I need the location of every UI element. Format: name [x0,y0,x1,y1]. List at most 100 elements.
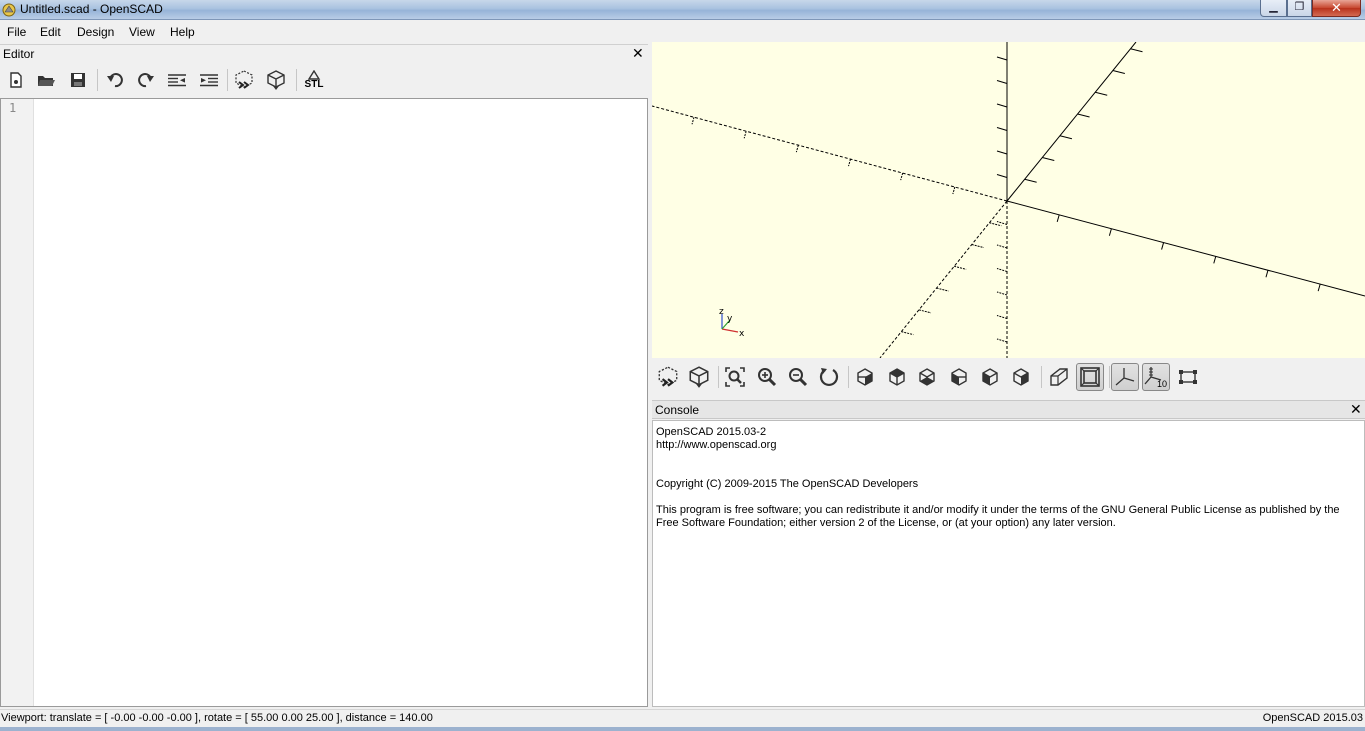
view-back-icon[interactable] [1007,363,1035,391]
axis-tick [1024,178,1037,183]
axis-tick [918,309,932,314]
code-editor[interactable]: 1 [0,98,648,707]
scale-markers-label: 10 [1156,379,1167,389]
editor-dock-header: Editor ✕ [0,44,648,62]
axis-tick [996,315,1008,319]
axis-tick [996,221,1008,225]
editor-title: Editor [3,47,35,61]
menu-bar: File Edit Design View Help [0,21,1365,42]
axis-tick [1265,270,1269,278]
indent-icon[interactable] [198,69,220,91]
console-output[interactable]: OpenSCAD 2015.03-2 http://www.openscad.o… [652,420,1365,707]
menu-file[interactable]: File [7,25,26,39]
axis-tick [989,222,1002,227]
axis-tick [996,244,1008,249]
preview-icon[interactable] [654,363,682,391]
axis-tick [1112,70,1125,75]
view-front-icon[interactable] [976,363,1004,391]
close-window-button[interactable]: ✕ [1312,0,1361,17]
open-file-icon[interactable] [35,69,57,91]
zoom-in-icon[interactable] [753,363,781,391]
menu-view[interactable]: View [129,25,155,39]
undo-icon[interactable] [104,69,126,91]
show-scale-markers-icon[interactable]: 10 [1142,363,1170,391]
axis-tick [996,291,1008,296]
preview-icon[interactable] [233,69,255,91]
axis-tick [1130,48,1143,53]
perspective-icon[interactable] [1045,363,1073,391]
axis-tick [954,265,967,270]
openscad-app-icon [2,3,16,17]
console-line: This program is free software; you can r… [656,504,1343,529]
menu-help[interactable]: Help [170,25,195,39]
view-left-icon[interactable] [945,363,973,391]
menu-design[interactable]: Design [77,25,114,39]
x-axis-positive [1006,200,1365,297]
gizmo-y-label: y [727,314,733,324]
axis-tick [996,268,1008,272]
y-axis-negative [879,200,1008,358]
axis-tick [901,331,914,336]
save-file-icon[interactable] [67,69,89,91]
toolbar-separator [227,69,228,91]
viewport-status: Viewport: translate = [ -0.00 -0.00 -0.0… [1,712,433,724]
axis-tick [1042,157,1055,161]
console-close-button[interactable]: ✕ [1350,401,1362,417]
axis-tick [996,103,1008,108]
toolbar-separator [848,366,849,388]
show-axes-icon[interactable] [1111,363,1139,391]
view-right-icon[interactable] [851,363,879,391]
viewport-axes-canvas: z y x [652,42,1365,358]
minimize-button[interactable]: ▁ [1260,0,1287,17]
axis-tick [996,127,1008,131]
status-bar: Viewport: translate = [ -0.00 -0.00 -0.0… [0,709,1365,727]
view-bottom-icon[interactable] [913,363,941,391]
axis-tick [996,174,1008,178]
window-title: Untitled.scad - OpenSCAD [20,2,163,16]
axis-tick [1213,256,1217,264]
maximize-button[interactable]: ❐ [1287,0,1312,17]
axis-tick [1161,242,1165,250]
view-top-icon[interactable] [883,363,911,391]
view-all-icon[interactable] [721,363,749,391]
console-line: Copyright (C) 2009-2015 The OpenSCAD Dev… [656,478,919,490]
menu-edit[interactable]: Edit [40,25,61,39]
export-stl-icon[interactable]: STL [302,69,326,91]
gizmo-z-label: z [719,307,724,317]
line-number-gutter: 1 [1,99,34,706]
axis-tick [1317,283,1321,292]
reset-view-icon[interactable] [815,363,843,391]
axis-tick [1095,91,1108,96]
orthogonal-icon[interactable] [1076,363,1104,391]
axis-tick [996,338,1008,343]
version-status: OpenSCAD 2015.03 [1262,712,1363,724]
axis-tick [691,117,695,125]
title-bar: Untitled.scad - OpenSCAD ▁ ❐ ✕ [0,0,1365,20]
export-stl-label: STL [304,79,324,90]
3d-viewport[interactable]: z y x [652,42,1365,358]
editor-toolbar: STL [0,63,648,97]
new-file-icon[interactable] [5,69,27,91]
axis-tick [996,80,1008,84]
gizmo-x-label: x [739,329,745,339]
axis-tick [1077,113,1090,118]
axis-tick [996,150,1008,155]
axis-tick [743,131,747,139]
show-edges-icon[interactable] [1174,363,1202,391]
line-number: 1 [9,101,17,115]
render-icon[interactable] [685,363,713,391]
redo-icon[interactable] [135,69,157,91]
toolbar-separator [1041,366,1042,388]
console-dock-header: Console ✕ [652,400,1365,419]
toolbar-separator [718,366,719,388]
render-icon[interactable] [265,69,287,91]
taskbar-edge [0,727,1365,731]
axis-tick [1108,228,1112,236]
editor-close-button[interactable]: ✕ [632,45,644,61]
view-toolbar: 10 [652,358,1365,398]
axis-tick [952,186,956,195]
unindent-icon[interactable] [166,69,188,91]
zoom-out-icon[interactable] [784,363,812,391]
axis-tick [996,56,1008,61]
toolbar-separator [1109,366,1110,388]
